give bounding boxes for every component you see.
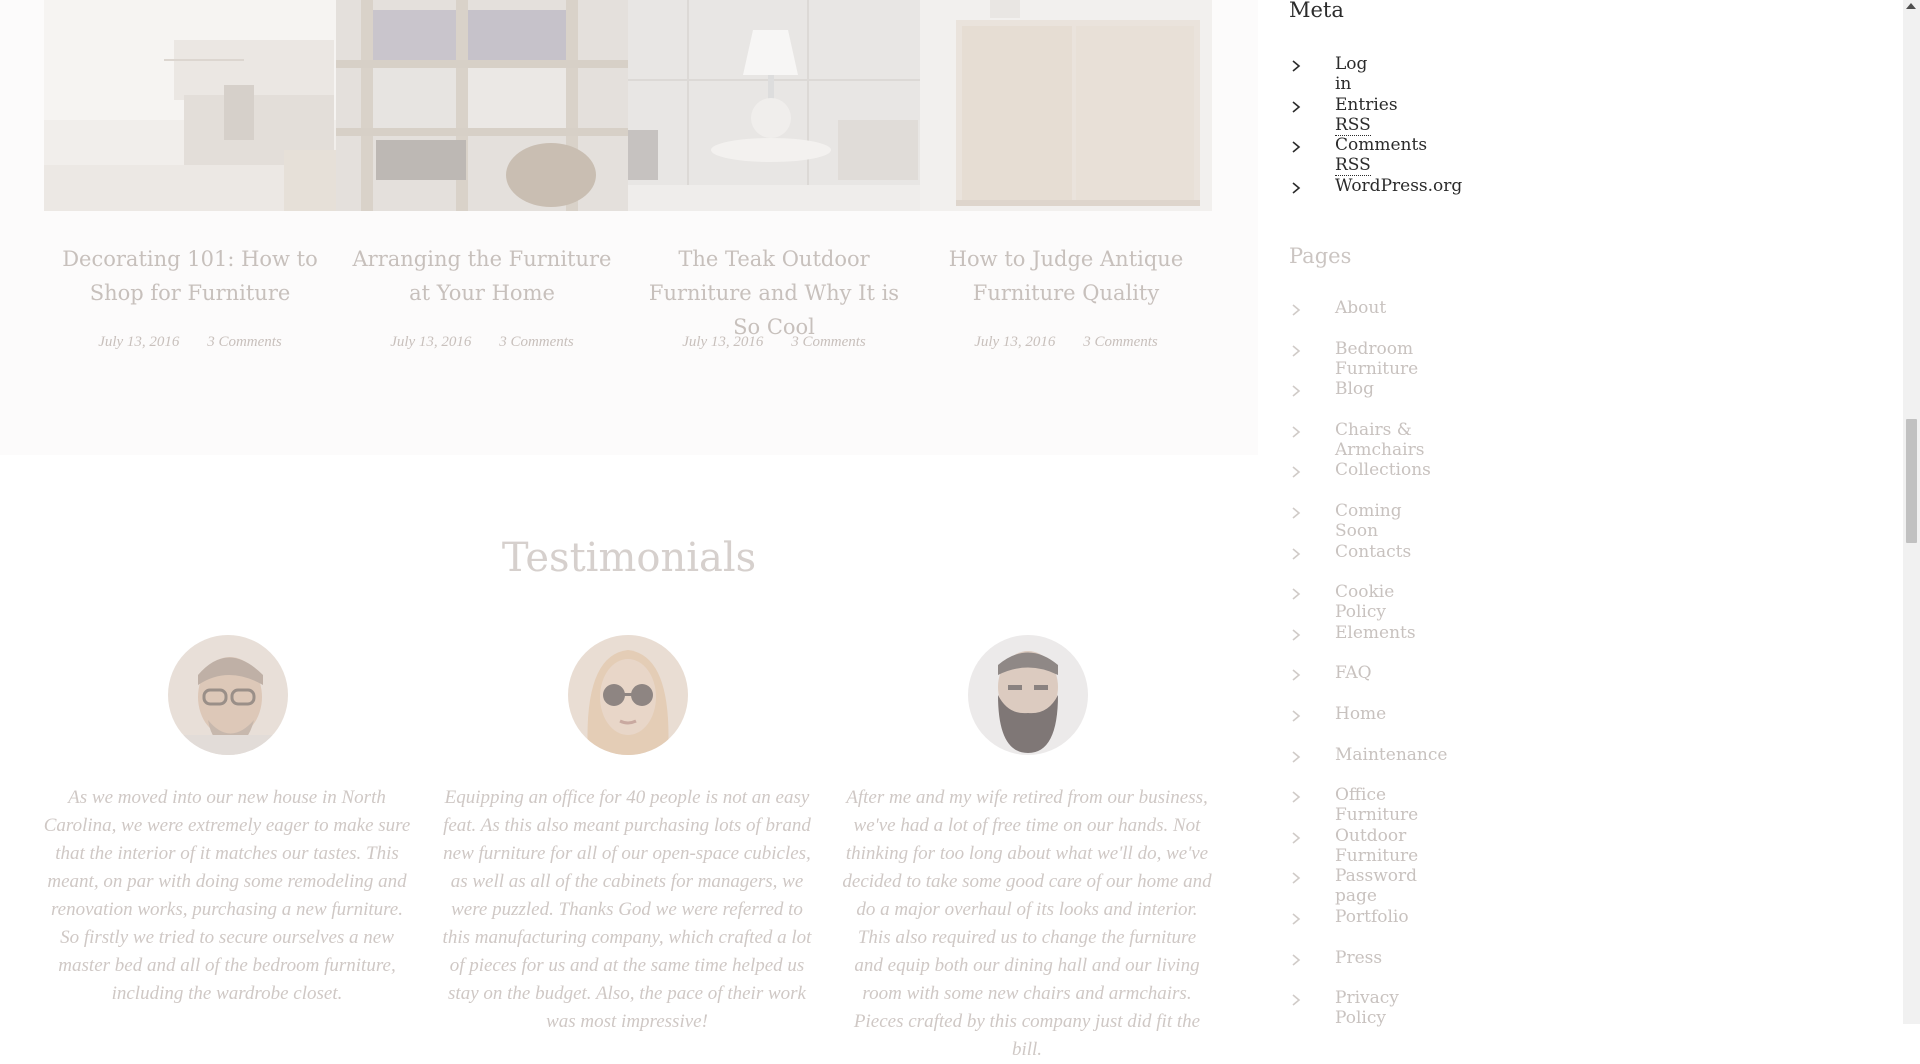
testimonial-quote: Equipping an office for 40 people is not… — [442, 787, 812, 1032]
post-thumbnail[interactable] — [628, 0, 920, 211]
post-comments-link[interactable]: 3 Comments — [1083, 334, 1158, 350]
testimonial-quote: As we moved into our new house in North … — [43, 787, 411, 1004]
testimonial-quote: After me and my wife retired from our bu… — [842, 787, 1212, 1060]
page-link-label[interactable]: Outdoor Furniture — [1335, 826, 1418, 866]
chevron-right-icon — [1292, 466, 1301, 478]
main-content: Decorating 101: How to Shop for Furnitur… — [0, 0, 1258, 1060]
post-date[interactable]: July 13, 2016 — [974, 334, 1055, 350]
chevron-right-icon — [1292, 750, 1301, 763]
post-title[interactable]: Decorating 101: How to Shop for Furnitur… — [54, 242, 326, 310]
page-link-label[interactable]: Bedroom Furniture — [1335, 339, 1418, 379]
post-title[interactable]: Arranging the Furniture at Your Home — [346, 242, 618, 310]
page-link-label[interactable]: Portfolio — [1335, 907, 1409, 927]
avatar — [968, 635, 1088, 755]
blog-post-card: Decorating 101: How to Shop for Furnitur… — [44, 0, 336, 370]
scrollbar-thumb[interactable] — [1906, 419, 1917, 543]
page-link-label[interactable]: Home — [1335, 704, 1386, 724]
page-link-label[interactable]: Blog — [1335, 379, 1374, 399]
blog-section: Decorating 101: How to Shop for Furnitur… — [0, 0, 1258, 455]
chevron-right-icon — [1292, 385, 1301, 397]
post-thumbnail[interactable] — [920, 0, 1212, 211]
chevron-right-icon — [1292, 344, 1301, 357]
post-meta: July 13, 2016 3 Comments — [920, 334, 1212, 351]
chevron-right-icon — [1292, 913, 1301, 925]
post-date[interactable]: July 13, 2016 — [682, 334, 763, 350]
post-thumbnail[interactable] — [336, 0, 628, 211]
rss-abbr: RSS — [1335, 114, 1371, 136]
chevron-right-icon — [1292, 710, 1301, 722]
chevron-right-icon — [1292, 629, 1301, 641]
post-comments-link[interactable]: 3 Comments — [791, 334, 866, 350]
chevron-right-icon — [1292, 141, 1301, 153]
meta-item-label[interactable]: Entries RSS — [1335, 95, 1398, 136]
page-link-label[interactable]: Collections — [1335, 460, 1431, 480]
post-meta: July 13, 2016 3 Comments — [628, 334, 920, 351]
post-comments-link[interactable]: 3 Comments — [499, 334, 574, 350]
rss-abbr: RSS — [1335, 155, 1371, 177]
blog-posts-grid: Decorating 101: How to Shop for Furnitur… — [44, 0, 1214, 370]
avatar — [568, 635, 688, 755]
post-date[interactable]: July 13, 2016 — [390, 334, 471, 350]
chevron-right-icon — [1292, 588, 1301, 600]
chevron-right-icon — [1292, 507, 1301, 519]
blog-post-card: The Teak Outdoor Furniture and Why It is… — [628, 0, 920, 370]
chevron-right-icon — [1292, 791, 1301, 803]
post-title[interactable]: The Teak Outdoor Furniture and Why It is… — [638, 242, 910, 344]
page-link-label[interactable]: Password page — [1335, 866, 1417, 906]
page-link-label[interactable]: Coming Soon — [1335, 501, 1402, 541]
chevron-right-icon — [1292, 304, 1301, 316]
widget-title-pages: Pages — [1289, 244, 1352, 268]
post-thumbnail[interactable] — [44, 0, 336, 211]
widget-title-meta: Meta — [1289, 0, 1344, 22]
page-link-label[interactable]: FAQ — [1335, 663, 1372, 683]
avatar — [168, 635, 288, 755]
page-link-label[interactable]: Elements — [1335, 623, 1416, 643]
post-comments-link[interactable]: 3 Comments — [207, 334, 282, 350]
blog-post-card: How to Judge Antique Furniture Quality J… — [920, 0, 1212, 370]
chevron-right-icon — [1292, 994, 1301, 1006]
chevron-right-icon — [1292, 832, 1301, 844]
meta-item-label[interactable]: Comments RSS — [1335, 135, 1427, 177]
chevron-right-icon — [1292, 426, 1301, 438]
page-link-label[interactable]: Cookie Policy — [1335, 582, 1394, 622]
chevron-right-icon — [1292, 182, 1301, 194]
chevron-right-icon — [1292, 953, 1301, 966]
scroll-up-arrow-icon[interactable] — [1906, 3, 1916, 9]
meta-item-label[interactable]: Log in — [1335, 54, 1367, 94]
page-link-label[interactable]: Maintenance — [1335, 745, 1447, 765]
chevron-right-icon — [1292, 60, 1301, 72]
page-link-label[interactable]: Chairs & Armchairs — [1335, 420, 1424, 460]
chevron-right-icon — [1292, 547, 1301, 560]
page-link-label[interactable]: Press — [1335, 948, 1382, 968]
chevron-right-icon — [1292, 669, 1301, 681]
page-link-label[interactable]: Contacts — [1335, 542, 1411, 562]
chevron-right-icon — [1292, 872, 1301, 884]
testimonials-heading: Testimonials — [501, 535, 757, 581]
page-link-label[interactable]: Office Furniture — [1335, 785, 1418, 825]
post-date[interactable]: July 13, 2016 — [98, 334, 179, 350]
blog-post-card: Arranging the Furniture at Your Home Jul… — [336, 0, 628, 370]
post-meta: July 13, 2016 3 Comments — [336, 334, 628, 351]
post-meta: July 13, 2016 3 Comments — [44, 334, 336, 351]
scrollbar[interactable] — [1903, 0, 1920, 1024]
page-link-label[interactable]: Privacy Policy — [1335, 988, 1399, 1028]
meta-item-label[interactable]: WordPress.org — [1335, 176, 1462, 196]
post-title[interactable]: How to Judge Antique Furniture Quality — [930, 242, 1202, 310]
chevron-right-icon — [1292, 100, 1301, 113]
page-link-label[interactable]: About — [1335, 298, 1386, 318]
